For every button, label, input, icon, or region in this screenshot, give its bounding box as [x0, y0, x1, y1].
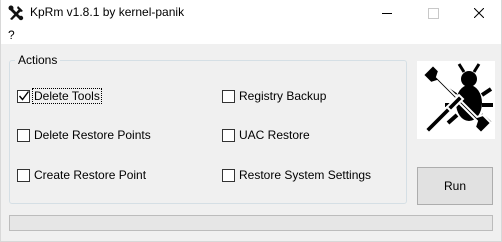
close-button[interactable] [456, 0, 502, 26]
maximize-button[interactable] [410, 0, 456, 26]
checkbox-box[interactable] [17, 89, 30, 103]
checkbox-label: Delete Tools [32, 88, 102, 104]
checkbox-registry-backup[interactable]: Registry Backup [222, 88, 327, 104]
actions-group-label: Actions [15, 53, 61, 67]
checkbox-label: Delete Restore Points [34, 128, 151, 142]
checkbox-box[interactable] [17, 128, 30, 142]
window-title: KpRm v1.8.1 by kernel-panik [30, 5, 185, 19]
checkbox-restore-system-settings[interactable]: Restore System Settings [222, 167, 372, 183]
minimize-button[interactable] [364, 0, 410, 26]
checkbox-box[interactable] [222, 168, 235, 182]
app-window: KpRm v1.8.1 by kernel-panik ? Actions De… [0, 0, 502, 242]
progress-bar [9, 215, 493, 231]
checkbox-create-restore-point[interactable]: Create Restore Point [17, 167, 147, 183]
checkbox-label: Create Restore Point [34, 168, 147, 182]
checkbox-label: Registry Backup [239, 89, 327, 103]
checkbox-delete-tools[interactable]: Delete Tools [17, 88, 102, 104]
close-icon [474, 8, 484, 18]
tools-icon [8, 5, 24, 21]
menu-bar: ? [1, 26, 501, 44]
bug-and-wrench-icon [417, 61, 495, 139]
check-icon [18, 90, 30, 101]
checkbox-box[interactable] [222, 89, 235, 103]
checkbox-box[interactable] [222, 128, 235, 142]
checkbox-label: UAC Restore [239, 128, 310, 142]
checkbox-label: Restore System Settings [239, 168, 372, 182]
run-button[interactable]: Run [417, 167, 493, 205]
title-bar[interactable]: KpRm v1.8.1 by kernel-panik [1, 0, 501, 26]
checkbox-uac-restore[interactable]: UAC Restore [222, 127, 311, 143]
checkbox-box[interactable] [17, 168, 30, 182]
menu-help[interactable]: ? [8, 28, 15, 42]
checkbox-delete-restore-points[interactable]: Delete Restore Points [17, 127, 152, 143]
